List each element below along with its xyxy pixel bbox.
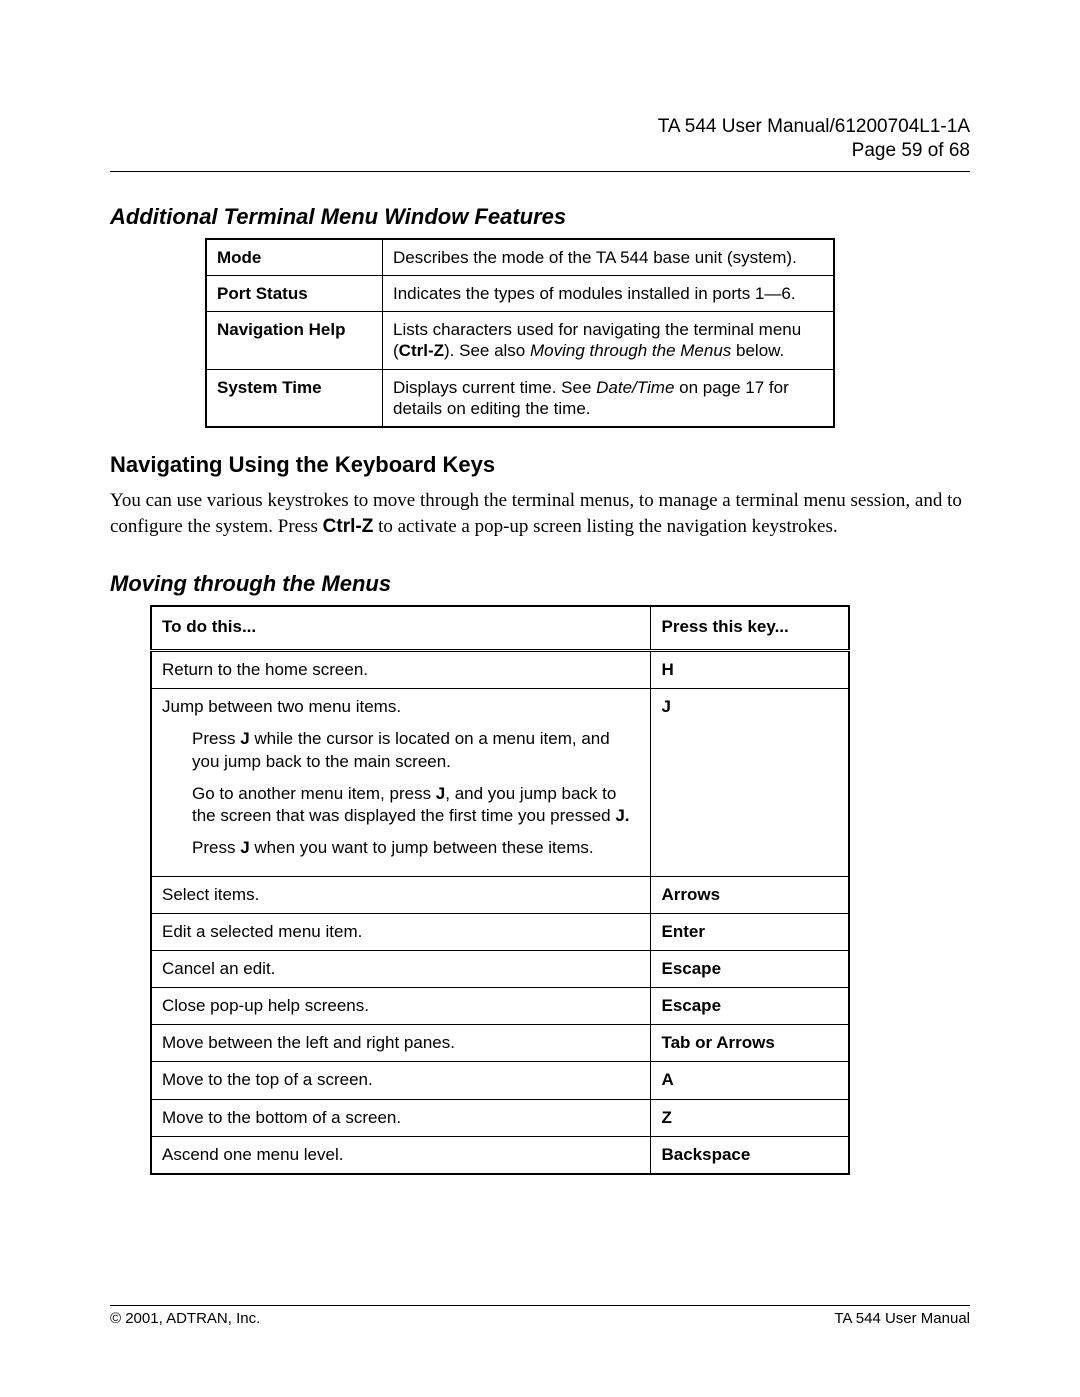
text: to activate a pop-up screen listing the … (373, 516, 837, 537)
table-row: Cancel an edit. Escape (151, 951, 849, 988)
todo-cell: Edit a selected menu item. (151, 914, 651, 951)
feature-description: Displays current time. See Date/Time on … (383, 369, 835, 427)
doc-title: TA 544 User Manual/61200704L1-1A (110, 115, 970, 139)
section-heading-nav: Navigating Using the Keyboard Keys (110, 452, 970, 478)
text: when you want to jump between these item… (250, 838, 594, 857)
key-table: To do this... Press this key... Return t… (150, 605, 850, 1174)
page-header: TA 544 User Manual/61200704L1-1A Page 59… (110, 0, 970, 163)
footer-rule (110, 1305, 970, 1306)
key-cell: Z (651, 1099, 849, 1136)
text: while the cursor is located on a menu it… (192, 729, 610, 770)
page-indicator: Page 59 of 68 (110, 139, 970, 163)
ctrl-z-text: Ctrl-Z (399, 341, 444, 360)
table-row: Mode Describes the mode of the TA 544 ba… (206, 239, 834, 276)
key-cell: Enter (651, 914, 849, 951)
text: Press (192, 729, 240, 748)
todo-cell: Jump between two menu items. Press J whi… (151, 689, 651, 877)
todo-cell: Select items. (151, 876, 651, 913)
key-cell: Tab or Arrows (651, 1025, 849, 1062)
datetime-ref: Date/Time (596, 378, 674, 397)
page: TA 544 User Manual/61200704L1-1A Page 59… (0, 0, 1080, 1397)
table-row: Close pop-up help screens. Escape (151, 988, 849, 1025)
feature-description: Lists characters used for navigating the… (383, 312, 835, 370)
feature-description: Describes the mode of the TA 544 base un… (383, 239, 835, 276)
todo-cell: Move to the top of a screen. (151, 1062, 651, 1099)
key-j: J (240, 838, 249, 857)
sub-note: Press J while the cursor is located on a… (162, 728, 640, 772)
page-footer: © 2001, ADTRAN, Inc. TA 544 User Manual (110, 1298, 970, 1328)
col-header-key: Press this key... (651, 606, 849, 651)
text: Displays current time. See (393, 378, 596, 397)
table-row: Select items. Arrows (151, 876, 849, 913)
table-row: Move between the left and right panes. T… (151, 1025, 849, 1062)
sub-note: Press J when you want to jump between th… (162, 837, 640, 859)
sub-note: Go to another menu item, press J, and yo… (162, 783, 640, 827)
key-j: J (436, 784, 445, 803)
feature-label: Navigation Help (206, 312, 383, 370)
feature-label: Port Status (206, 275, 383, 311)
nav-paragraph: You can use various keystrokes to move t… (110, 488, 970, 539)
table-row: Port Status Indicates the types of modul… (206, 275, 834, 311)
table-row: Move to the bottom of a screen. Z (151, 1099, 849, 1136)
section-heading-moving: Moving through the Menus (110, 571, 970, 597)
table-row: Navigation Help Lists characters used fo… (206, 312, 834, 370)
table-header-row: To do this... Press this key... (151, 606, 849, 651)
header-rule (110, 171, 970, 172)
todo-cell: Ascend one menu level. (151, 1136, 651, 1174)
key-cell: Backspace (651, 1136, 849, 1174)
footer-left: © 2001, ADTRAN, Inc. (110, 1310, 260, 1327)
text: Press (192, 838, 240, 857)
key-cell: H (651, 651, 849, 689)
feature-label: System Time (206, 369, 383, 427)
key-cell: Arrows (651, 876, 849, 913)
table-row: Edit a selected menu item. Enter (151, 914, 849, 951)
table-row: System Time Displays current time. See D… (206, 369, 834, 427)
text: below. (731, 341, 784, 360)
table-row: Jump between two menu items. Press J whi… (151, 689, 849, 877)
feature-label: Mode (206, 239, 383, 276)
key-cell: A (651, 1062, 849, 1099)
footer-right: TA 544 User Manual (834, 1310, 970, 1327)
todo-cell: Close pop-up help screens. (151, 988, 651, 1025)
key-cell: J (651, 689, 849, 877)
col-header-todo: To do this... (151, 606, 651, 651)
key-j: J (240, 729, 249, 748)
todo-cell: Return to the home screen. (151, 651, 651, 689)
table-row: Ascend one menu level. Backspace (151, 1136, 849, 1174)
features-table: Mode Describes the mode of the TA 544 ba… (205, 238, 835, 429)
text: Go to another menu item, press (192, 784, 436, 803)
ctrl-z-text: Ctrl-Z (323, 516, 374, 537)
text: ). See also (444, 341, 530, 360)
todo-cell: Cancel an edit. (151, 951, 651, 988)
todo-cell: Move between the left and right panes. (151, 1025, 651, 1062)
key-cell: Escape (651, 951, 849, 988)
feature-description: Indicates the types of modules installed… (383, 275, 835, 311)
footer-row: © 2001, ADTRAN, Inc. TA 544 User Manual (110, 1310, 970, 1327)
section-heading-features: Additional Terminal Menu Window Features (110, 204, 970, 230)
key-j: J. (615, 806, 629, 825)
todo-cell: Move to the bottom of a screen. (151, 1099, 651, 1136)
table-row: Return to the home screen. H (151, 651, 849, 689)
table-row: Move to the top of a screen. A (151, 1062, 849, 1099)
moving-menus-ref: Moving through the Menus (530, 341, 731, 360)
text: Jump between two menu items. (162, 697, 401, 716)
key-cell: Escape (651, 988, 849, 1025)
